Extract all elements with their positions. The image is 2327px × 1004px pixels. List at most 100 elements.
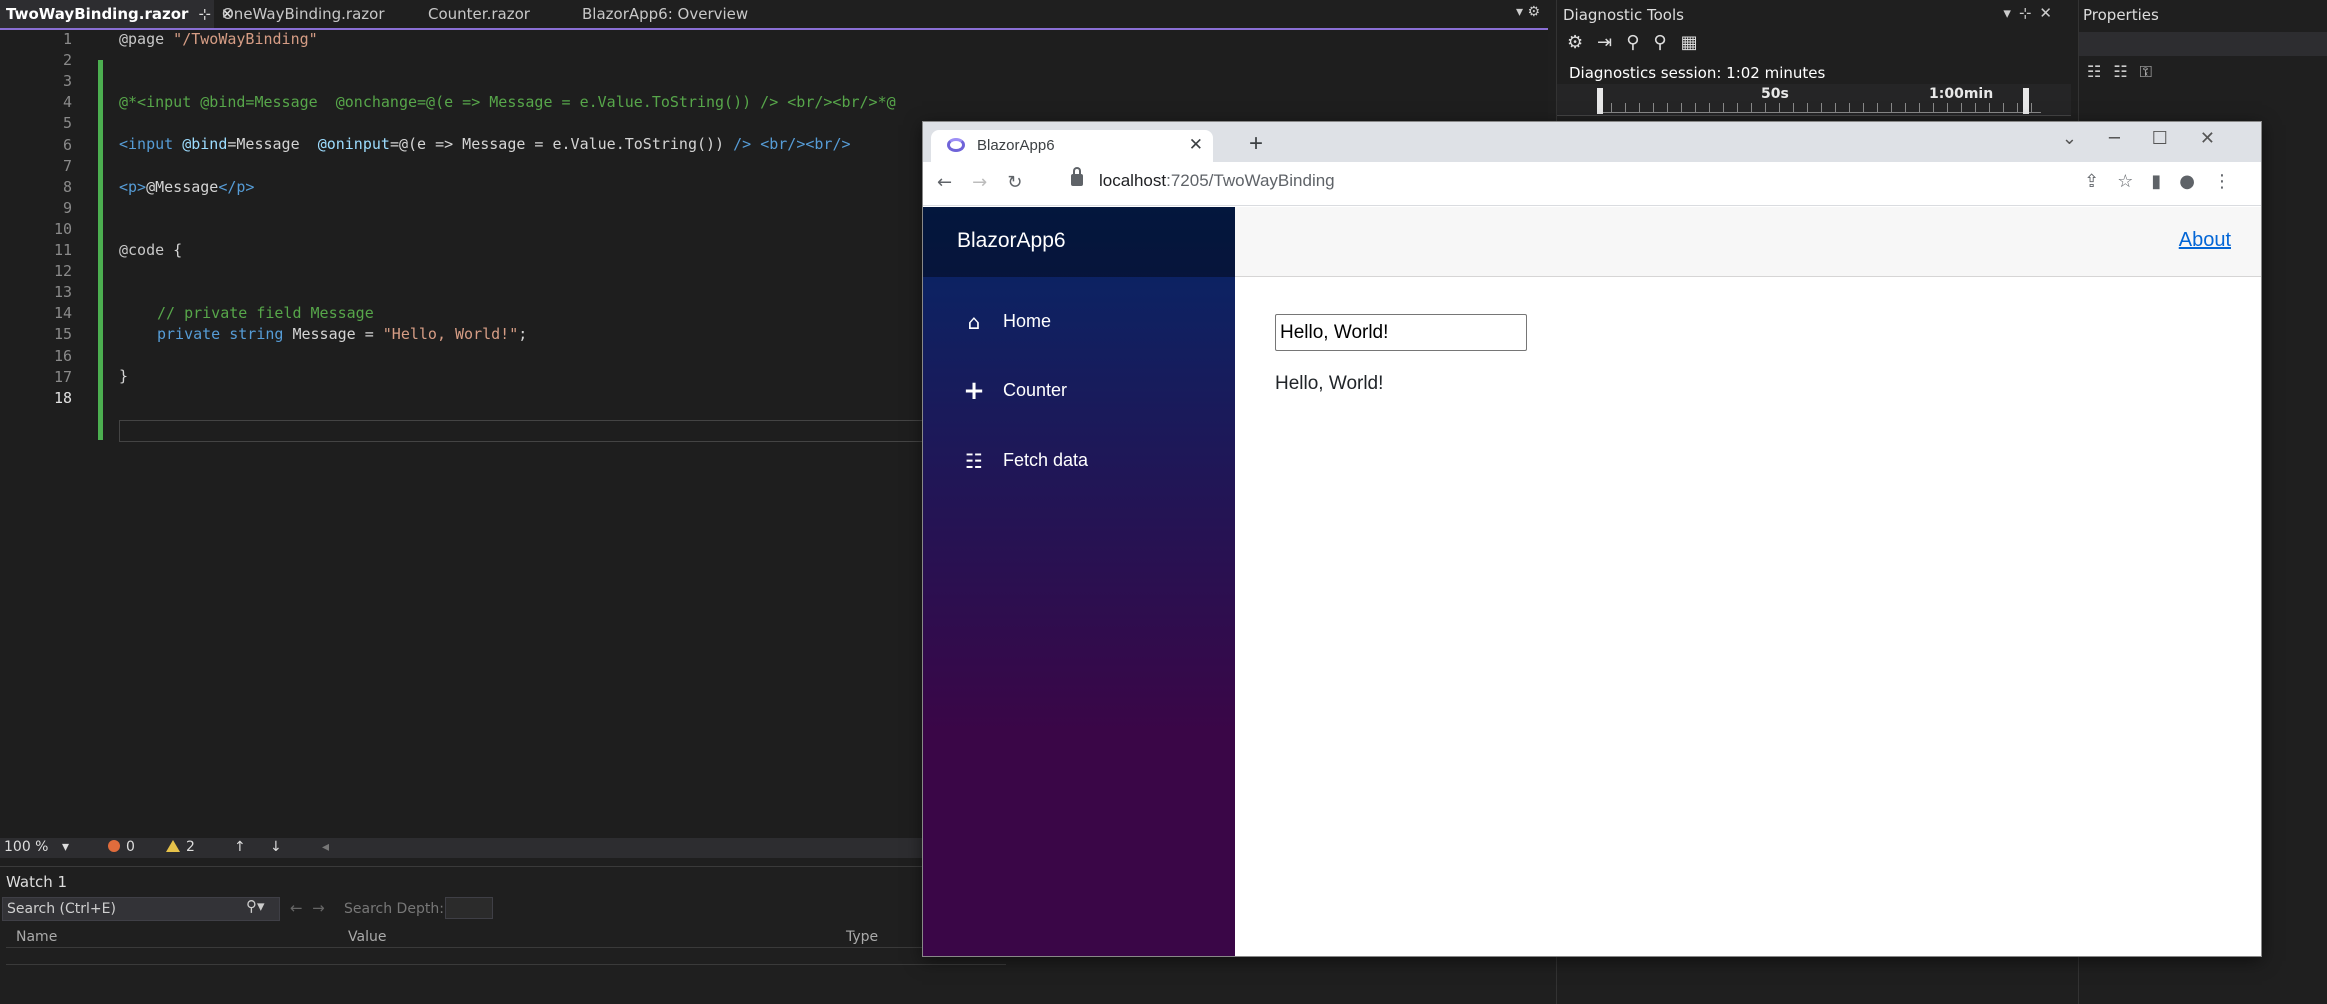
column-type[interactable]: Type bbox=[846, 929, 878, 945]
search-nav-arrows-icon[interactable]: ← → bbox=[290, 899, 325, 917]
nav-fetch-data[interactable]: ☷ Fetch data bbox=[939, 438, 1219, 482]
tab-label: BlazorApp6: Overview bbox=[582, 5, 749, 23]
warning-count[interactable]: 2 bbox=[166, 839, 195, 855]
nav-label: Counter bbox=[1003, 380, 1068, 400]
browser-actions-icons[interactable]: ⇪☆▮●⋮ bbox=[2084, 171, 2249, 192]
arrow-up-icon[interactable]: ↑ bbox=[234, 839, 246, 855]
code-line-11[interactable]: @code { bbox=[119, 241, 182, 259]
message-input[interactable] bbox=[1275, 314, 1527, 351]
timeline-end-handle[interactable] bbox=[2023, 88, 2029, 114]
app-sidebar: BlazorApp6 ⌂ Home + Counter ☷ Fetch data bbox=[923, 207, 1235, 956]
line-number: 1 bbox=[62, 30, 72, 48]
line-number: 12 bbox=[53, 262, 72, 281]
new-tab-icon[interactable]: + bbox=[1249, 130, 1263, 158]
address-bar[interactable]: localhost:7205/TwoWayBinding bbox=[1099, 171, 1335, 191]
warning-icon bbox=[166, 840, 180, 852]
browser-tab-title: BlazorApp6 bbox=[977, 137, 1055, 154]
line-number: 6 bbox=[62, 135, 72, 154]
watch-title: Watch 1 bbox=[6, 873, 68, 891]
app-brand[interactable]: BlazorApp6 bbox=[957, 229, 1066, 253]
line-number: 5 bbox=[62, 114, 72, 133]
code-line-4[interactable]: @*<input @bind=Message @onchange=@(e => … bbox=[119, 93, 896, 111]
close-tab-icon[interactable]: ✕ bbox=[1189, 135, 1203, 155]
browser-toolbar: ←→↻ localhost:7205/TwoWayBinding ⇪☆▮●⋮ bbox=[923, 162, 2261, 206]
tab-overflow-icon[interactable]: ▾ ⚙ bbox=[1516, 4, 1540, 20]
line-number: 8 bbox=[62, 177, 72, 196]
properties-object-selector[interactable] bbox=[2079, 32, 2327, 56]
search-depth-label: Search Depth: bbox=[344, 901, 444, 917]
plus-icon: + bbox=[963, 376, 985, 406]
code-line-6[interactable]: <input @bind=Message @oninput=@(e => Mes… bbox=[119, 135, 851, 153]
tick-label-50s: 50s bbox=[1761, 86, 1789, 102]
nav-label: Fetch data bbox=[1003, 450, 1089, 470]
code-line-14[interactable]: // private field Message bbox=[157, 304, 374, 322]
line-number: 2 bbox=[62, 51, 72, 70]
nav-label: Home bbox=[1003, 311, 1052, 331]
diagnostic-toolbar-icons[interactable]: ⚙⇥⚲⚲▦ bbox=[1567, 32, 1712, 53]
line-number: 14 bbox=[53, 304, 72, 323]
sidebar-header: BlazorApp6 bbox=[923, 207, 1235, 277]
forward-icon[interactable]: → bbox=[972, 172, 1007, 193]
window-controls-icon[interactable]: ⌄─☐✕ bbox=[2062, 128, 2247, 149]
line-number: 7 bbox=[62, 156, 72, 175]
search-icon[interactable]: ⚲▾ bbox=[246, 897, 265, 915]
reload-icon[interactable]: ↻ bbox=[1007, 172, 1042, 193]
code-line-15[interactable]: private string Message = "Hello, World!"… bbox=[157, 325, 527, 343]
tab-twowaybinding[interactable]: TwoWayBinding.razor ⊹ ✕ bbox=[0, 0, 234, 28]
editor-tab-bar: TwoWayBinding.razor ⊹ ✕ OneWayBinding.razo… bbox=[0, 0, 1548, 30]
tab-overview[interactable]: BlazorApp6: Overview bbox=[576, 0, 776, 28]
search-depth-select[interactable] bbox=[445, 897, 493, 919]
diagnostic-tools-title: Diagnostic Tools bbox=[1563, 6, 1684, 24]
lock-icon[interactable] bbox=[1071, 167, 1083, 186]
panel-controls-icon[interactable]: ▾⊹✕ bbox=[2003, 4, 2060, 22]
line-number: 16 bbox=[53, 346, 72, 365]
code-line-8[interactable]: <p>@Message</p> bbox=[119, 178, 254, 196]
back-icon[interactable]: ← bbox=[937, 172, 972, 193]
line-number: 3 bbox=[62, 72, 72, 91]
message-text: Hello, World! bbox=[1275, 373, 1384, 394]
blazor-app: BlazorApp6 ⌂ Home + Counter ☷ Fetch data… bbox=[923, 207, 2261, 956]
line-number: 18 bbox=[53, 388, 72, 407]
app-main: About Hello, World! bbox=[1235, 207, 2261, 956]
list-icon: ☷ bbox=[965, 449, 983, 473]
arrow-down-icon[interactable]: ↓ bbox=[270, 839, 282, 855]
browser-title-bar: BlazorApp6 ✕ + ⌄─☐✕ bbox=[923, 122, 2261, 162]
pin-icon[interactable]: ⊹ bbox=[198, 0, 211, 28]
browser-window: BlazorApp6 ✕ + ⌄─☐✕ ←→↻ localhost:7205/T… bbox=[922, 121, 2262, 957]
zoom-level[interactable]: 100 % bbox=[4, 839, 48, 855]
diagnostics-session: Diagnostics session: 1:02 minutes bbox=[1569, 64, 1826, 82]
diagnostics-timeline[interactable]: 50s 1:00min bbox=[1557, 84, 2071, 116]
app-top-row: About bbox=[1235, 207, 2261, 277]
scroll-left-icon[interactable]: ◂ bbox=[322, 839, 329, 855]
error-count[interactable]: 0 bbox=[108, 839, 135, 855]
blazor-favicon-icon bbox=[947, 138, 965, 152]
timeline-start-handle[interactable] bbox=[1597, 88, 1603, 114]
tab-counter[interactable]: Counter.razor bbox=[422, 0, 572, 28]
line-number: 10 bbox=[53, 219, 72, 238]
timeline-ruler bbox=[1597, 103, 2041, 113]
line-number: 13 bbox=[53, 283, 72, 302]
line-number: 15 bbox=[53, 325, 72, 344]
browser-tab[interactable]: BlazorApp6 ✕ bbox=[931, 130, 1213, 162]
line-number: 17 bbox=[53, 367, 72, 386]
watch-empty-row[interactable] bbox=[6, 947, 1006, 965]
change-indicator bbox=[98, 60, 103, 440]
browser-nav-icons[interactable]: ←→↻ bbox=[937, 172, 1042, 193]
code-line-17[interactable]: } bbox=[119, 367, 128, 385]
column-name[interactable]: Name bbox=[16, 929, 57, 945]
line-number: 11 bbox=[53, 241, 72, 259]
nav-counter[interactable]: + Counter bbox=[939, 368, 1219, 412]
column-value[interactable]: Value bbox=[348, 929, 386, 945]
tab-label: Counter.razor bbox=[428, 5, 530, 23]
watch-search-input[interactable]: Search (Ctrl+E) bbox=[2, 897, 280, 921]
about-link[interactable]: About bbox=[2179, 229, 2231, 252]
tab-onewaybinding[interactable]: OneWayBinding.razor bbox=[216, 0, 416, 28]
watch-panel: Watch 1 Search (Ctrl+E) ⚲▾ ← → Search De… bbox=[0, 866, 1010, 1004]
tick-label-1min: 1:00min bbox=[1929, 86, 1994, 102]
zoom-dropdown-icon[interactable]: ▾ bbox=[62, 839, 69, 855]
nav-home[interactable]: ⌂ Home bbox=[939, 299, 1219, 343]
tab-label: TwoWayBinding.razor bbox=[6, 5, 189, 23]
code-line-1[interactable]: @page "/TwoWayBinding" bbox=[119, 30, 318, 48]
properties-title: Properties bbox=[2083, 6, 2159, 24]
properties-toolbar-icons[interactable]: ☷☷⚿ bbox=[2087, 62, 2164, 82]
